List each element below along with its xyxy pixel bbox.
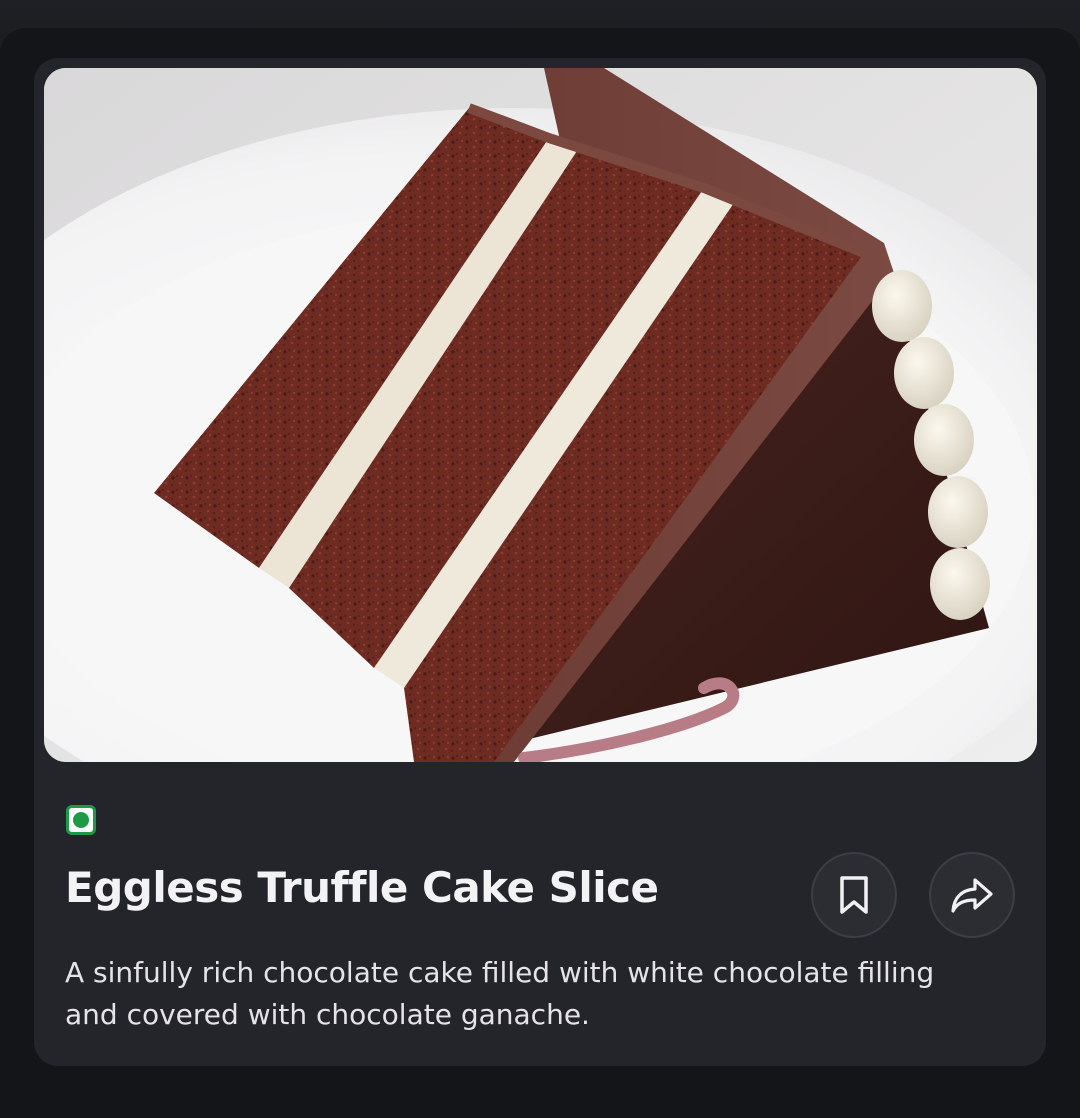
bookmark-button[interactable] (811, 852, 897, 938)
veg-indicator-icon (66, 805, 96, 835)
share-button[interactable] (929, 852, 1015, 938)
product-title: Eggless Truffle Cake Slice (65, 863, 659, 912)
bookmark-icon (840, 876, 868, 914)
share-icon (951, 878, 993, 913)
product-description: A sinfully rich chocolate cake filled wi… (65, 956, 935, 1031)
bottom-sheet: Eggless Truffle Cake Slice A sinfully ri… (0, 28, 1080, 1118)
veg-indicator-dot (73, 812, 89, 828)
product-image (44, 68, 1037, 762)
product-card: Eggless Truffle Cake Slice A sinfully ri… (34, 58, 1046, 1066)
cake-illustration (44, 68, 1037, 762)
